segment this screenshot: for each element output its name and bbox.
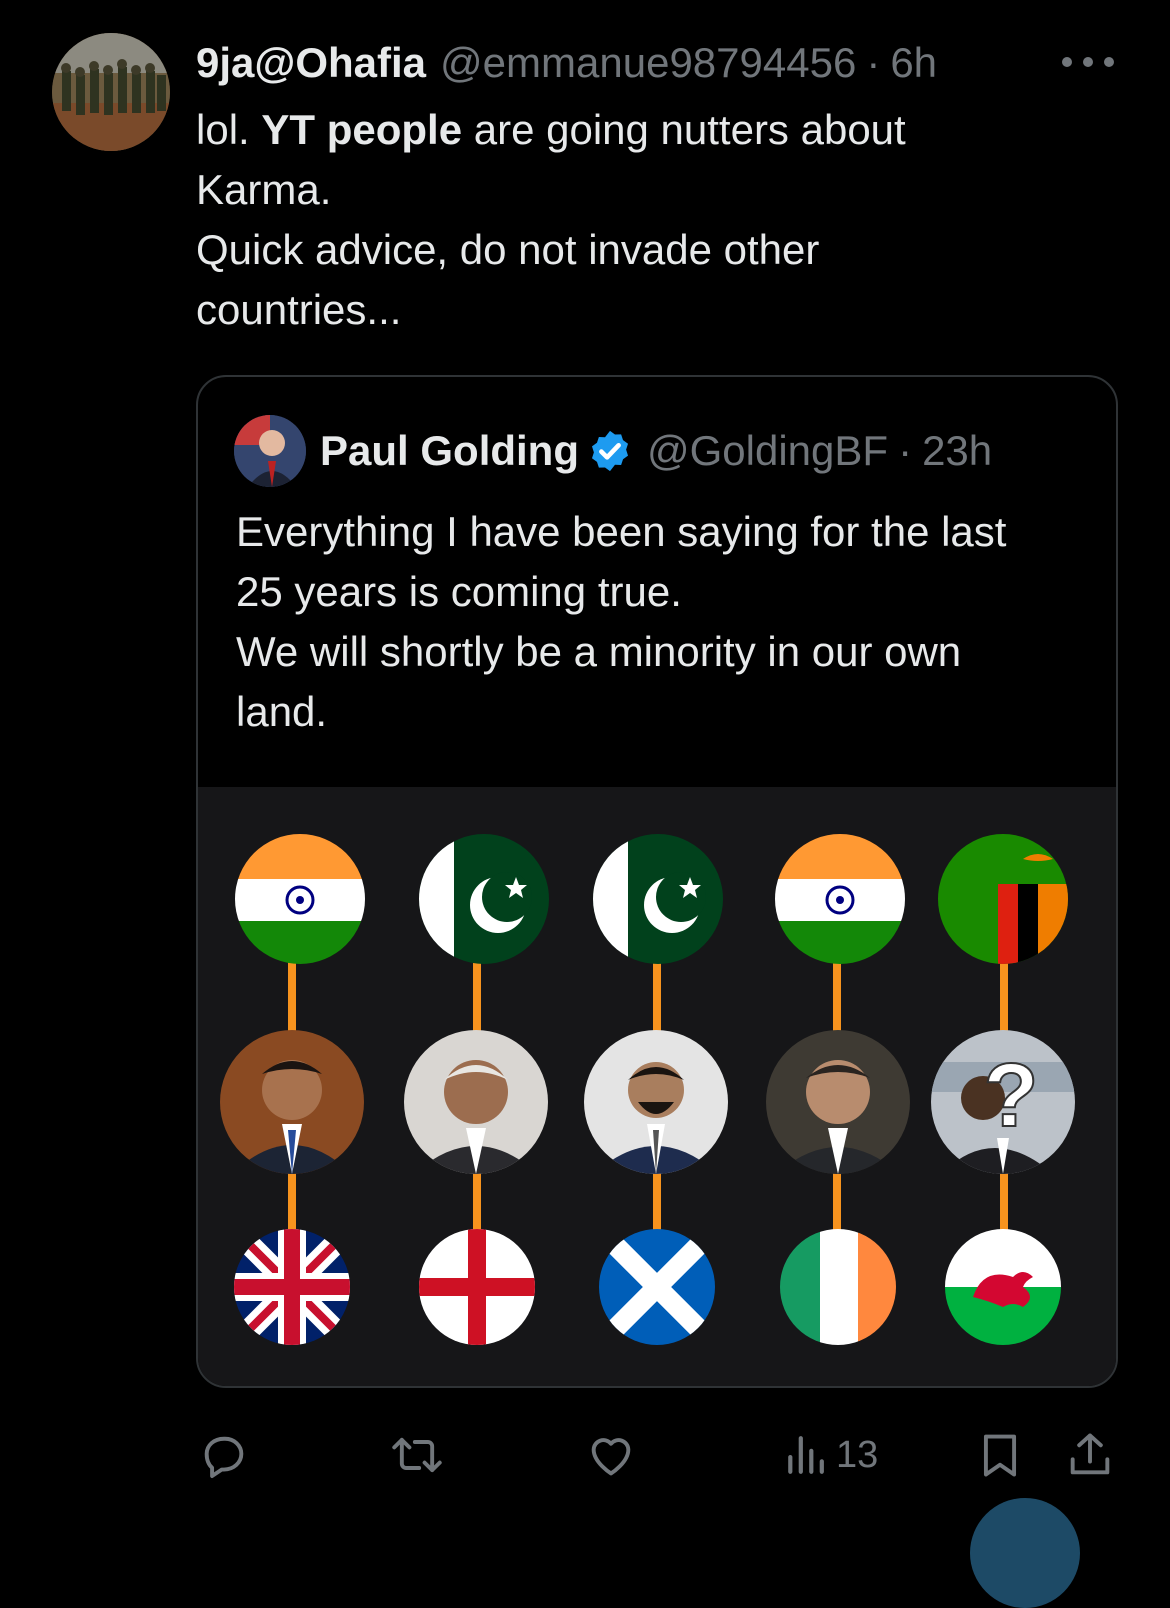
pakistan-flag xyxy=(419,834,549,964)
politician-photo-2 xyxy=(404,1030,548,1174)
views-count: 13 xyxy=(836,1433,879,1476)
quoted-line-2: 25 years is coming true. xyxy=(236,568,682,615)
zambia-flag xyxy=(938,834,1068,964)
tweet-line-1: lol. YT people are going nutters about xyxy=(196,100,1126,160)
repost-icon xyxy=(392,1437,442,1473)
union-jack-flag xyxy=(234,1229,350,1345)
scotland-flag xyxy=(599,1229,715,1345)
quoted-line-1: Everything I have been saying for the la… xyxy=(236,508,1007,555)
more-options-icon[interactable] xyxy=(1062,45,1114,79)
author-name[interactable]: 9ja@Ohafia xyxy=(196,39,426,87)
floating-compose-button[interactable] xyxy=(970,1498,1080,1608)
soldiers-photo-avatar xyxy=(52,33,170,151)
politician-photo-1 xyxy=(220,1030,364,1174)
quoted-tweet-time[interactable]: 23h xyxy=(922,427,992,475)
quoted-header: Paul Golding @GoldingBF · 23h xyxy=(320,425,992,477)
like-icon xyxy=(591,1438,631,1476)
tweet-text-plain: lol. xyxy=(196,106,262,153)
quoted-line-3: We will shortly be a minority in our own xyxy=(236,628,962,675)
politician-photo-4 xyxy=(766,1030,910,1174)
action-bar: 13 xyxy=(0,1420,1170,1490)
share-button[interactable] xyxy=(1064,1420,1116,1490)
india-flag xyxy=(235,834,365,964)
question-mark: ? xyxy=(984,1046,1039,1146)
verified-badge-icon xyxy=(591,430,629,472)
pakistan-flag xyxy=(593,834,723,964)
quoted-avatar-photo xyxy=(234,415,306,487)
reply-button[interactable] xyxy=(198,1420,250,1490)
quoted-tweet[interactable]: Paul Golding @GoldingBF · 23h Everything… xyxy=(196,375,1118,1388)
ireland-flag xyxy=(780,1229,896,1345)
tweet-text-plain: are going nutters about xyxy=(462,106,906,153)
quoted-header-separator: · xyxy=(898,427,913,474)
tweet-text-bold: YT people xyxy=(261,106,463,153)
quoted-tweet-text: Everything I have been saying for the la… xyxy=(236,502,1096,742)
header-separator: · xyxy=(866,39,881,86)
tweet-line-3: Quick advice, do not invade other xyxy=(196,226,820,273)
bookmark-icon xyxy=(983,1434,1017,1477)
author-handle[interactable]: @emmanue98794456 xyxy=(440,39,856,87)
quoted-tweet-image[interactable]: ? xyxy=(198,787,1116,1386)
views-button[interactable]: 13 xyxy=(784,1420,878,1490)
like-button[interactable] xyxy=(584,1420,638,1490)
tweet-text: lol. YT people are going nutters about K… xyxy=(196,100,1126,340)
quoted-author-name[interactable]: Paul Golding xyxy=(320,427,579,475)
wales-flag xyxy=(945,1229,1061,1345)
bookmark-button[interactable] xyxy=(974,1420,1026,1490)
flags-politicians-graphic: ? xyxy=(220,834,1075,1345)
tweet-line-2: Karma. xyxy=(196,166,332,213)
quoted-author-handle[interactable]: @GoldingBF xyxy=(647,427,888,475)
unknown-person-question-mark: ? xyxy=(931,1030,1075,1174)
tweet-header: 9ja@Ohafia @emmanue98794456 · 6h xyxy=(196,38,937,88)
share-icon xyxy=(1070,1433,1110,1475)
politician-photo-3 xyxy=(584,1030,728,1174)
quoted-author-avatar[interactable] xyxy=(234,415,306,487)
views-icon xyxy=(788,1436,824,1474)
author-avatar[interactable] xyxy=(52,33,170,151)
tweet-line-4: countries... xyxy=(196,286,402,333)
india-flag xyxy=(775,834,905,964)
quoted-line-4: land. xyxy=(236,688,328,735)
tweet-time[interactable]: 6h xyxy=(890,39,937,87)
repost-button[interactable] xyxy=(388,1420,446,1490)
england-flag xyxy=(419,1229,535,1345)
reply-icon xyxy=(204,1436,244,1478)
